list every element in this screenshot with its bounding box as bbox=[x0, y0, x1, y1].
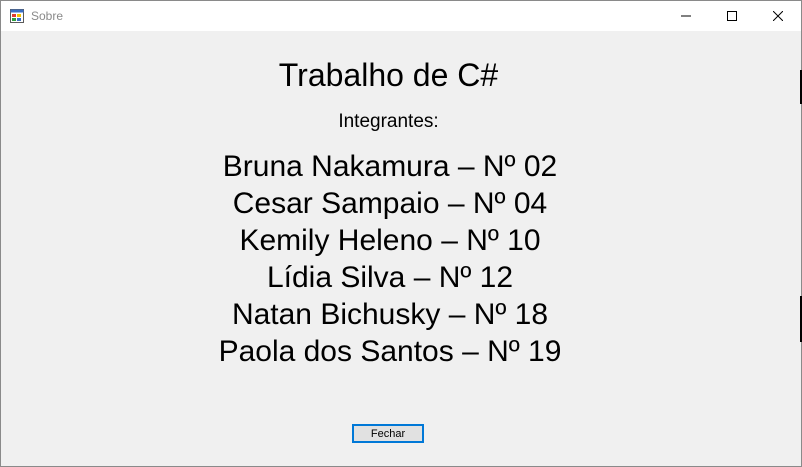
minimize-button[interactable] bbox=[663, 1, 709, 31]
maximize-icon bbox=[727, 11, 737, 21]
member-item: Natan Bichusky – Nº 18 bbox=[231, 298, 549, 331]
about-window: Sobre Trabalho de C# Integrantes: Bruna … bbox=[0, 0, 802, 467]
title-bar[interactable]: Sobre bbox=[1, 1, 801, 31]
member-item: Kemily Heleno – Nº 10 bbox=[239, 224, 541, 257]
member-item: Paola dos Santos – Nº 19 bbox=[218, 335, 562, 368]
close-button[interactable]: Fechar bbox=[352, 424, 424, 443]
member-item: Cesar Sampaio – Nº 04 bbox=[232, 187, 548, 220]
member-item: Bruna Nakamura – Nº 02 bbox=[222, 150, 558, 183]
minimize-icon bbox=[681, 15, 691, 17]
windows-forms-app-icon bbox=[10, 9, 24, 23]
member-item: Lídia Silva – Nº 12 bbox=[266, 261, 514, 294]
maximize-button[interactable] bbox=[709, 1, 755, 31]
members-list: Bruna Nakamura – Nº 02 Cesar Sampaio – N… bbox=[1, 148, 779, 370]
close-icon bbox=[773, 11, 783, 21]
page-title: Trabalho de C# bbox=[278, 57, 499, 93]
window-title: Sobre bbox=[31, 9, 64, 23]
members-heading: Integrantes: bbox=[338, 111, 439, 132]
about-content: Trabalho de C# Integrantes: Bruna Nakamu… bbox=[1, 31, 801, 466]
close-window-button[interactable] bbox=[755, 1, 801, 31]
